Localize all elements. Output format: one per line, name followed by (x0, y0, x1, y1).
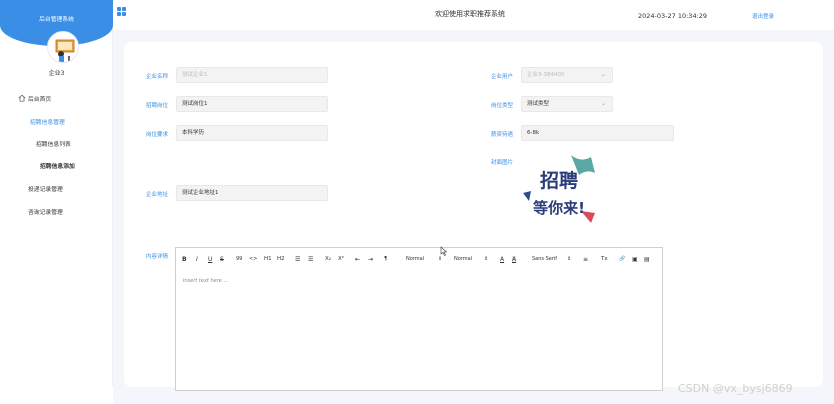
superscript-button[interactable]: X² (338, 256, 344, 262)
salary-label: 薪资待遇 (491, 132, 514, 138)
indent-button[interactable]: ⇥ (368, 256, 373, 263)
bold-button[interactable]: B (182, 256, 187, 263)
outdent-button[interactable]: ⇤ (355, 256, 360, 263)
size-select-2[interactable]: Normal (454, 256, 472, 262)
cover-image-text-2: 等你来! (533, 199, 585, 217)
watermark: CSDN @vx_bysj6869 (678, 382, 793, 395)
direction-button[interactable]: ¶ (384, 256, 388, 262)
username: 企业3 (48, 70, 65, 77)
job-type-value: 测试类型 (527, 101, 550, 107)
align-button[interactable]: ≡ (583, 256, 588, 263)
sidebar-item-home[interactable]: 后台首页 (28, 94, 51, 103)
sidebar: 后台管理系统 企业3 后台首页 招聘信息管理 招聘信息列表 招聘信息添加 投递记… (0, 0, 113, 386)
mouse-cursor-icon (440, 246, 448, 256)
home-icon (18, 94, 26, 102)
blockquote-button[interactable]: 99 (236, 256, 242, 262)
company-name-label: 企业名称 (146, 74, 169, 80)
font-select[interactable]: Sans Serif (532, 256, 557, 262)
image-icon[interactable]: ▣ (632, 256, 638, 263)
size-select-1[interactable]: Normal (406, 256, 424, 262)
cover-image-text-1: 招聘 (540, 169, 578, 192)
chevron-down-icon: ⇕ (438, 256, 443, 262)
background-color-button[interactable]: A (512, 256, 517, 263)
avatar-illustration (48, 32, 78, 62)
chevron-down-icon: ⌄ (600, 100, 606, 107)
job-title-label: 招聘岗位 (146, 103, 169, 109)
logout-link[interactable]: 退出登录 (752, 12, 774, 20)
underline-button[interactable]: U (208, 256, 212, 263)
company-address-label: 企业地址 (146, 192, 169, 198)
bullet-list-button[interactable]: ☰ (308, 256, 313, 263)
editor-placeholder: Insert text here ... (183, 278, 229, 284)
sidebar-item-recruitment-management[interactable]: 招聘信息管理 (30, 117, 65, 126)
chevron-down-icon: ⌄ (600, 71, 606, 78)
sidebar-item-delivery-records[interactable]: 投递记录管理 (28, 184, 63, 193)
subscript-button[interactable]: X₂ (325, 256, 331, 262)
content-label: 内容详情 (146, 254, 169, 260)
job-requirement-label: 岗位要求 (146, 132, 169, 138)
link-icon[interactable]: 🔗 (619, 256, 625, 262)
datetime: 2024-03-27 10:34:29 (638, 12, 708, 20)
editor-toolbar: B I U S 99 <> H1 H2 ☰ ☰ X₂ X² ⇤ ⇥ ¶ Norm… (175, 247, 663, 272)
job-title-input[interactable]: 测试岗位1 (176, 96, 328, 112)
company-user-label: 企业用户 (491, 74, 514, 80)
h1-button[interactable]: H1 (264, 256, 272, 262)
company-user-select[interactable]: 企业3-384400 ⌄ (521, 67, 613, 83)
company-address-input[interactable]: 测试企业地址1 (176, 185, 328, 201)
sidebar-item-recruitment-add[interactable]: 招聘信息添加 (40, 161, 75, 170)
h2-button[interactable]: H2 (277, 256, 285, 262)
clean-format-button[interactable]: Tx (601, 256, 608, 262)
company-name-input[interactable]: 测试企业1 (176, 67, 328, 83)
salary-input[interactable]: 6-8k (521, 125, 674, 141)
cover-image-illustration: 招聘 等你来! (521, 153, 597, 229)
italic-button[interactable]: I (196, 256, 198, 263)
sidebar-item-consultation-records[interactable]: 咨询记录管理 (28, 207, 63, 216)
chevron-down-icon: ⇕ (567, 256, 572, 262)
video-icon[interactable]: ▤ (644, 256, 650, 263)
company-user-value: 企业3-384400 (527, 72, 565, 78)
menu-toggle-icon[interactable] (117, 7, 127, 17)
ordered-list-button[interactable]: ☰ (295, 256, 300, 263)
cover-image[interactable]: 招聘 等你来! (521, 153, 597, 229)
job-requirement-input[interactable]: 本科学历 (176, 125, 328, 141)
font-color-button[interactable]: A (500, 256, 504, 263)
system-title: 后台管理系统 (39, 17, 74, 23)
chevron-down-icon: ⇕ (484, 256, 489, 262)
job-type-label: 岗位类型 (491, 103, 514, 109)
cover-image-label: 封面图片 (491, 160, 514, 166)
sidebar-item-recruitment-list[interactable]: 招聘信息列表 (36, 139, 71, 148)
code-button[interactable]: <> (249, 256, 257, 262)
editor-body[interactable]: Insert text here ... (175, 271, 663, 391)
job-type-select[interactable]: 测试类型 ⌄ (521, 96, 613, 112)
avatar[interactable] (47, 31, 79, 63)
strike-button[interactable]: S (220, 256, 224, 263)
